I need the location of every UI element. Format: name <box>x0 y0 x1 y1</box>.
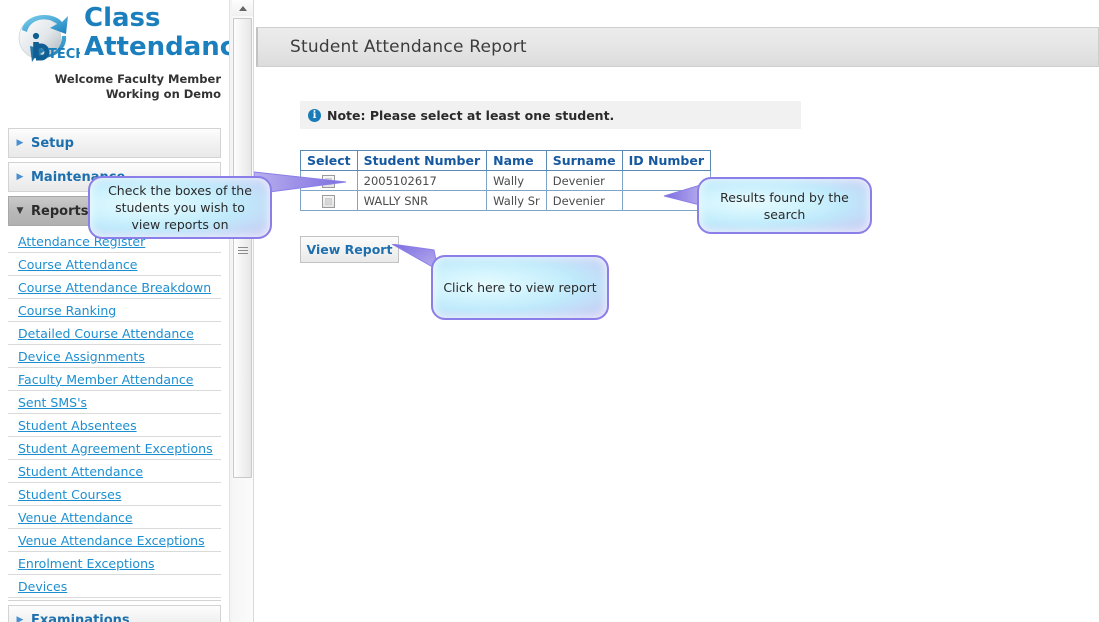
sidebar-group-examinations[interactable]: ▶ Examinations <box>8 605 221 622</box>
students-table: Select Student Number Name Surname ID Nu… <box>300 150 711 211</box>
table-header-row: Select Student Number Name Surname ID Nu… <box>300 150 711 171</box>
sidebar-item-venue-attendance-exceptions[interactable]: Venue Attendance Exceptions <box>8 529 221 552</box>
callout-results-found: Results found by the search <box>697 177 872 234</box>
sidebar-group-setup[interactable]: ▶ Setup <box>8 128 221 158</box>
application-window: TECH Class Attendance Welcome Faculty Me… <box>0 0 1099 622</box>
brand-title-line1: Class <box>84 3 161 33</box>
info-icon: i <box>308 108 321 122</box>
scroll-up-arrow-glyph <box>238 5 247 11</box>
note-text: Note: Please select at least one student… <box>327 107 615 123</box>
sidebar-link-label[interactable]: Student Courses <box>18 487 121 502</box>
row-select-checkbox[interactable] <box>322 194 336 208</box>
column-header-student-number: Student Number <box>356 150 488 171</box>
sidebar-item-sent-sms[interactable]: Sent SMS's <box>8 391 221 414</box>
chevron-down-icon: ▼ <box>16 205 24 216</box>
column-header-name: Name <box>486 150 547 171</box>
sidebar-item-student-attendance[interactable]: Student Attendance <box>8 460 221 483</box>
brand-header: TECH Class Attendance Welcome Faculty Me… <box>0 0 229 102</box>
chevron-right-icon: ▶ <box>16 171 24 182</box>
sidebar-item-student-courses[interactable]: Student Courses <box>8 483 221 506</box>
sidebar-group-setup-label: Setup <box>31 135 74 151</box>
sidebar-link-label[interactable]: Student Attendance <box>18 464 143 479</box>
page-header-bar: Student Attendance Report <box>256 27 1099 67</box>
main-content: Student Attendance Report i Note: Please… <box>256 0 1099 622</box>
sidebar-item-course-ranking[interactable]: Course Ranking <box>8 299 221 322</box>
brand-title: Class Attendance <box>84 3 229 62</box>
chevron-right-icon: ▶ <box>16 137 24 148</box>
welcome-message: Welcome Faculty Member Working on Demo <box>6 72 221 102</box>
sidebar-link-label[interactable]: Course Ranking <box>18 303 116 318</box>
sidebar-item-enrolment-exceptions[interactable]: Enrolment Exceptions <box>8 552 221 575</box>
sidebar-link-label[interactable]: Student Agreement Exceptions <box>18 441 213 456</box>
sidebar-item-course-attendance[interactable]: Course Attendance <box>8 253 221 276</box>
chevron-right-icon: ▶ <box>16 614 24 622</box>
callout-click-view-report: Click here to view report <box>431 255 609 320</box>
sidebar-item-device-assignments[interactable]: Device Assignments <box>8 345 221 368</box>
sidebar-link-label[interactable]: Venue Attendance <box>18 510 133 525</box>
itech-globe-logo-icon: TECH <box>12 6 86 68</box>
column-header-surname: Surname <box>545 150 623 171</box>
table-row: WALLY SNR Wally Sr Devenier <box>300 190 711 211</box>
row-select-checkbox[interactable] <box>322 174 336 188</box>
scroll-grip-icon <box>237 247 248 256</box>
sidebar-item-student-absentees[interactable]: Student Absentees <box>8 414 221 437</box>
sidebar-item-course-attendance-breakdown[interactable]: Course Attendance Breakdown <box>8 276 221 299</box>
column-header-id-number: ID Number <box>621 150 711 171</box>
cell-student-number: WALLY SNR <box>356 190 488 211</box>
welcome-line1: Welcome Faculty Member <box>54 72 221 86</box>
cell-student-number: 2005102617 <box>356 170 488 191</box>
sidebar-group-reports-label: Reports <box>31 203 89 219</box>
reports-submenu: Attendance Register Course Attendance Co… <box>8 230 221 598</box>
sidebar-item-devices[interactable]: Devices <box>8 575 221 598</box>
sidebar-link-label[interactable]: Course Attendance Breakdown <box>18 280 211 295</box>
sidebar-item-venue-attendance[interactable]: Venue Attendance <box>8 506 221 529</box>
sidebar-link-label[interactable]: Faculty Member Attendance <box>18 372 193 387</box>
cell-name: Wally Sr <box>486 190 547 211</box>
cell-surname: Devenier <box>545 170 623 191</box>
sidebar-link-label[interactable]: Enrolment Exceptions <box>18 556 155 571</box>
sidebar-link-label[interactable]: Devices <box>18 579 67 594</box>
row-select-cell[interactable] <box>300 190 358 211</box>
cell-surname: Devenier <box>545 190 623 211</box>
svg-text:TECH: TECH <box>48 47 80 62</box>
sidebar-link-label[interactable]: Student Absentees <box>18 418 137 433</box>
welcome-line2: Working on Demo <box>105 87 221 101</box>
view-report-button[interactable]: View Report <box>300 236 399 263</box>
page-title: Student Attendance Report <box>290 37 527 57</box>
cell-name: Wally <box>486 170 547 191</box>
sidebar-link-label[interactable]: Sent SMS's <box>18 395 87 410</box>
scroll-up-arrow-icon[interactable] <box>232 0 253 16</box>
sidebar-link-label[interactable]: Venue Attendance Exceptions <box>18 533 205 548</box>
sidebar: TECH Class Attendance Welcome Faculty Me… <box>0 0 229 622</box>
brand-title-line2: Attendance <box>84 32 229 62</box>
sidebar-item-faculty-member-attendance[interactable]: Faculty Member Attendance <box>8 368 221 391</box>
row-select-cell[interactable] <box>300 170 358 191</box>
table-row: 2005102617 Wally Devenier <box>300 170 711 191</box>
note-banner: i Note: Please select at least one stude… <box>300 101 801 129</box>
sidebar-divider <box>8 600 221 601</box>
sidebar-link-label[interactable]: Course Attendance <box>18 257 137 272</box>
sidebar-link-label[interactable]: Device Assignments <box>18 349 145 364</box>
sidebar-item-detailed-course-attendance[interactable]: Detailed Course Attendance <box>8 322 221 345</box>
column-header-select: Select <box>300 150 358 171</box>
sidebar-group-examinations-label: Examinations <box>31 612 130 622</box>
scrollbar-thumb[interactable] <box>233 18 252 478</box>
sidebar-item-student-agreement-exceptions[interactable]: Student Agreement Exceptions <box>8 437 221 460</box>
sidebar-link-label[interactable]: Detailed Course Attendance <box>18 326 194 341</box>
sidebar-scrollbar[interactable] <box>229 0 254 622</box>
callout-check-boxes: Check the boxes of the students you wish… <box>88 176 272 239</box>
